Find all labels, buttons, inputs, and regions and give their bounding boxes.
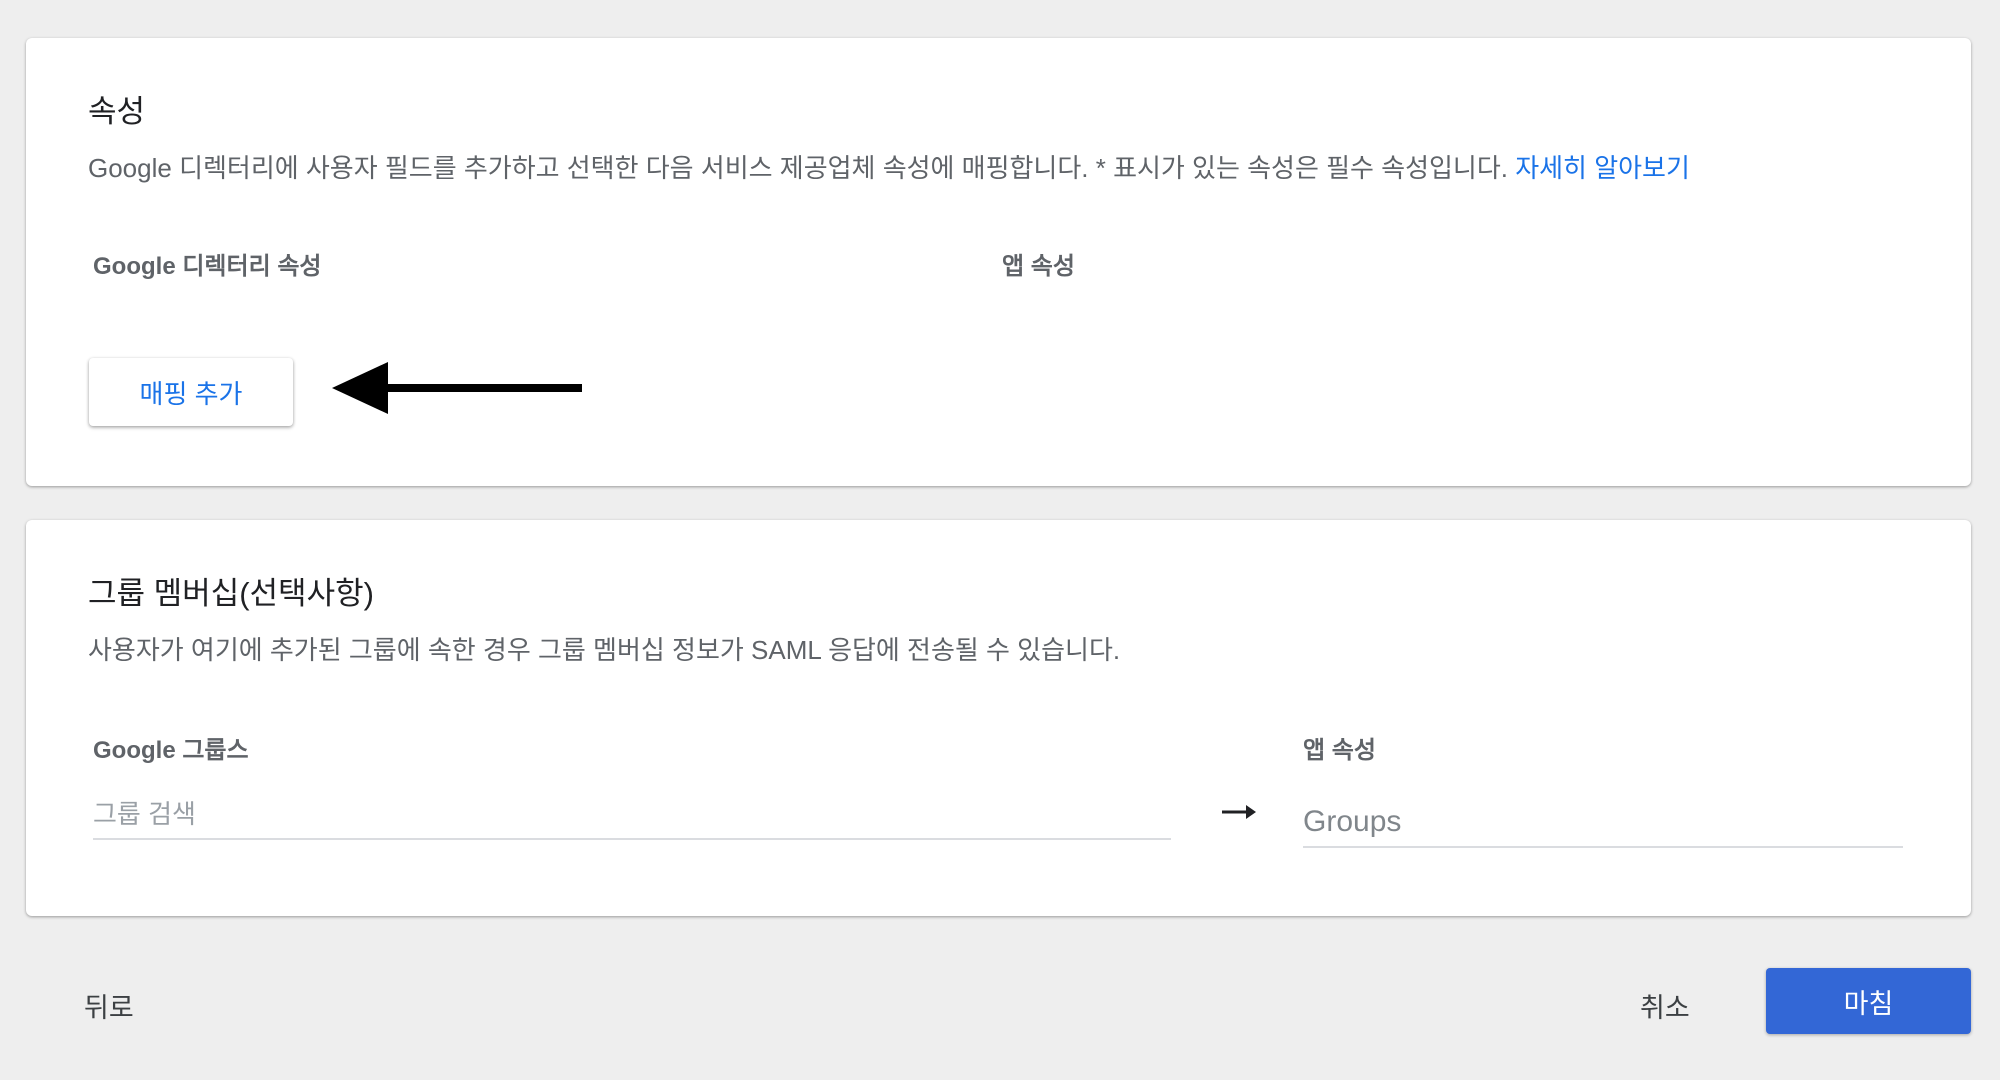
group-search-input[interactable] (93, 790, 1171, 840)
back-button[interactable]: 뒤로 (72, 978, 146, 1033)
group-membership-card: 그룹 멤버십(선택사항) 사용자가 여기에 추가된 그룹에 속한 경우 그룹 멤… (26, 520, 1971, 916)
attributes-card: 속성 Google 디렉터리에 사용자 필드를 추가하고 선택한 다음 서비스 … (26, 38, 1971, 486)
groups-app-attribute-input[interactable] (1303, 798, 1903, 848)
learn-more-link[interactable]: 자세히 알아보기 (1515, 153, 1690, 183)
finish-button[interactable]: 마침 (1766, 968, 1971, 1034)
attributes-title: 속성 (88, 94, 146, 129)
attributes-description-text: Google 디렉터리에 사용자 필드를 추가하고 선택한 다음 서비스 제공업… (88, 153, 1516, 183)
attributes-description: Google 디렉터리에 사용자 필드를 추가하고 선택한 다음 서비스 제공업… (88, 148, 1690, 185)
groups-app-attribute-header: 앱 속성 (1303, 737, 1376, 764)
app-attributes-header: 앱 속성 (1002, 253, 1075, 280)
cancel-button[interactable]: 취소 (1628, 978, 1702, 1033)
left-arrow-icon (332, 362, 582, 414)
google-groups-header: Google 그룹스 (93, 737, 249, 764)
add-mapping-button[interactable]: 매핑 추가 (89, 358, 293, 426)
google-directory-attributes-header: Google 디렉터리 속성 (93, 253, 322, 280)
group-membership-description: 사용자가 여기에 추가된 그룹에 속한 경우 그룹 멤버십 정보가 SAML 응… (88, 635, 1121, 665)
right-arrow-icon (1222, 805, 1256, 819)
group-membership-title: 그룹 멤버십(선택사항) (88, 576, 374, 611)
